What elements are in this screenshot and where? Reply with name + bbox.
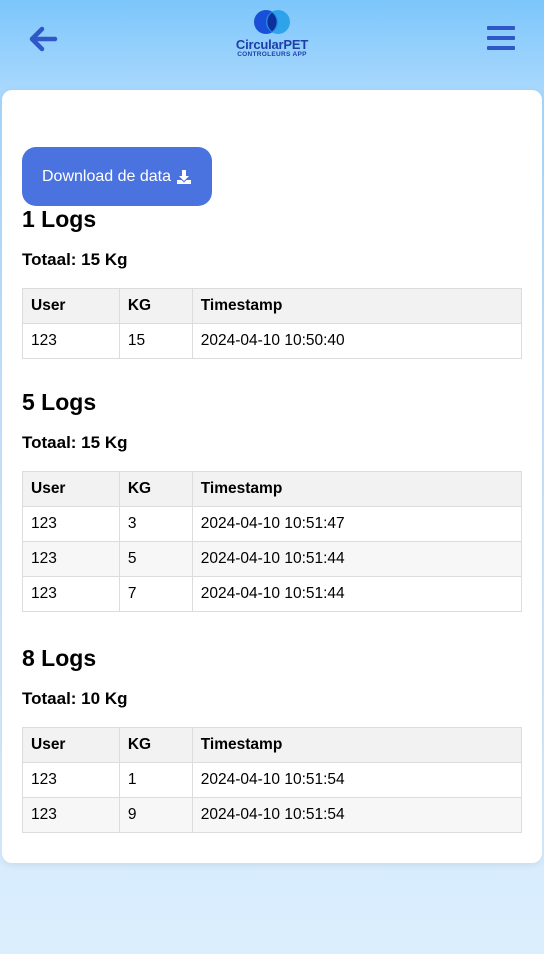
table-row: 123 9 2024-04-10 10:51:54 — [22, 797, 523, 833]
logs-card: Download de data 1 Logs Totaal: 15 Kg Us… — [2, 90, 542, 863]
cell-user: 123 — [22, 541, 120, 577]
menu-button[interactable] — [486, 24, 516, 52]
table-row: 123 7 2024-04-10 10:51:44 — [22, 576, 523, 612]
app-logo: CircularPET CONTROLEURS APP — [222, 8, 322, 64]
cell-kg: 15 — [118, 323, 193, 359]
column-header-user: User — [22, 288, 120, 324]
column-header-timestamp: Timestamp — [191, 727, 523, 763]
cell-user: 123 — [22, 762, 120, 798]
table-row: 123 1 2024-04-10 10:51:54 — [22, 762, 523, 798]
download-icon — [176, 169, 191, 184]
column-header-timestamp: Timestamp — [191, 471, 523, 507]
cell-timestamp: 2024-04-10 10:51:54 — [191, 797, 523, 833]
cell-kg: 1 — [118, 762, 193, 798]
logs-table: User KG Timestamp 123 1 2024-04-10 10:51… — [22, 727, 523, 833]
cell-timestamp: 2024-04-10 10:51:44 — [191, 541, 523, 577]
logs-table: User KG Timestamp 123 3 2024-04-10 10:51… — [22, 471, 523, 612]
table-header-row: User KG Timestamp — [22, 727, 523, 763]
table-header-row: User KG Timestamp — [22, 288, 523, 324]
download-button-label: Download de data — [42, 167, 171, 185]
section-total: Totaal: 15 Kg — [22, 250, 128, 269]
cell-kg: 5 — [118, 541, 193, 577]
log-section: 1 Logs Totaal: 15 Kg User KG Timestamp 1… — [22, 204, 523, 359]
column-header-timestamp: Timestamp — [191, 288, 523, 324]
table-row: 123 15 2024-04-10 10:50:40 — [22, 323, 523, 359]
brand-subtitle: CONTROLEURS APP — [237, 51, 307, 58]
log-section: 5 Logs Totaal: 15 Kg User KG Timestamp 1… — [22, 387, 523, 612]
app-header: CircularPET CONTROLEURS APP — [0, 0, 544, 90]
section-total: Totaal: 10 Kg — [22, 689, 128, 708]
column-header-kg: KG — [118, 727, 193, 763]
brand-name: CircularPET — [235, 37, 309, 52]
hamburger-menu-icon — [487, 26, 515, 50]
cell-user: 123 — [22, 323, 120, 359]
section-total: Totaal: 15 Kg — [22, 433, 128, 452]
section-title: 1 Logs — [22, 206, 97, 232]
logs-table: User KG Timestamp 123 15 2024-04-10 10:5… — [22, 288, 523, 359]
log-section: 8 Logs Totaal: 10 Kg User KG Timestamp 1… — [22, 643, 523, 833]
back-button[interactable] — [26, 22, 60, 56]
column-header-user: User — [22, 471, 120, 507]
column-header-user: User — [22, 727, 120, 763]
cell-user: 123 — [22, 576, 120, 612]
cell-timestamp: 2024-04-10 10:51:44 — [191, 576, 523, 612]
cell-kg: 9 — [118, 797, 193, 833]
section-title: 8 Logs — [22, 645, 97, 671]
cell-timestamp: 2024-04-10 10:50:40 — [191, 323, 523, 359]
arrow-left-icon — [29, 26, 58, 52]
table-header-row: User KG Timestamp — [22, 471, 523, 507]
cell-user: 123 — [22, 797, 120, 833]
cell-kg: 7 — [118, 576, 193, 612]
cell-timestamp: 2024-04-10 10:51:54 — [191, 762, 523, 798]
cell-kg: 3 — [118, 506, 193, 542]
cell-user: 123 — [22, 506, 120, 542]
column-header-kg: KG — [118, 288, 193, 324]
column-header-kg: KG — [118, 471, 193, 507]
download-data-button[interactable]: Download de data — [22, 147, 212, 206]
table-row: 123 5 2024-04-10 10:51:44 — [22, 541, 523, 577]
logo-rings-icon — [254, 10, 290, 34]
section-title: 5 Logs — [22, 389, 97, 415]
cell-timestamp: 2024-04-10 10:51:47 — [191, 506, 523, 542]
table-row: 123 3 2024-04-10 10:51:47 — [22, 506, 523, 542]
